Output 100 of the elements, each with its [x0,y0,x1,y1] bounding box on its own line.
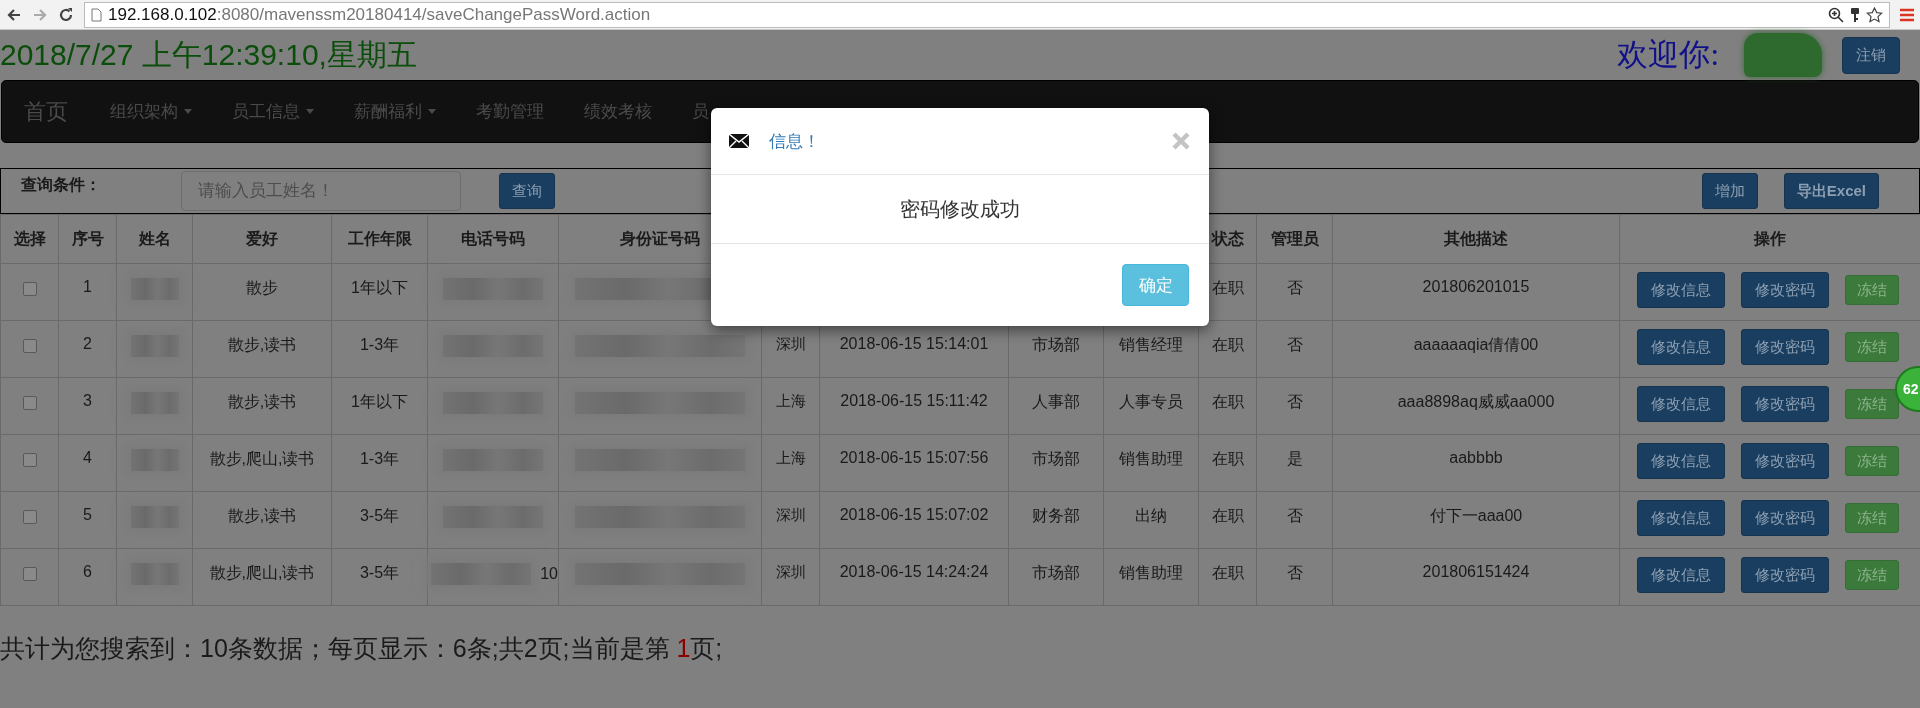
table-cell-text: 201806151424 [1422,563,1530,580]
row-action-button[interactable]: 修改密码 [1741,272,1829,308]
table-cell-text: 1-3年 [359,450,400,467]
row-action-button[interactable]: 修改密码 [1741,500,1829,536]
table-cell-text: 在职 [1211,507,1244,524]
add-button[interactable]: 增加 [1701,173,1758,209]
row-checkbox[interactable] [22,453,37,467]
row-action-button[interactable]: 冻结 [1845,446,1899,476]
date-time-text: 2018/7/27 上午12:39:10,星期五 [0,36,417,73]
table-cell-text: 散步,读书 [227,393,297,410]
column-header: 身份证号码 [620,229,700,247]
row-action-button[interactable]: 修改信息 [1637,329,1725,365]
table-cell-text: 3-5年 [359,564,400,581]
table-cell-text: 3-5年 [359,507,400,524]
caret-icon [306,109,314,114]
row-checkbox[interactable] [22,339,37,353]
table-cell-text: 付下一aaa00 [1429,507,1523,524]
row-action-button[interactable]: 冻结 [1845,332,1899,362]
table-cell-text: 2018-06-15 14:24:24 [839,563,989,580]
table-cell-text: 出纳 [1135,507,1167,524]
star-icon[interactable] [1866,6,1883,23]
table-cell-text: 散步,读书 [227,507,297,524]
table-cell-text: 市场部 [1032,564,1080,581]
column-header: 管理员 [1270,229,1319,247]
reload-icon[interactable] [58,6,74,23]
table-cell-text: aabbbb [1449,449,1503,466]
table-cell-text: 4 [83,449,92,466]
table-cell-text: 2018-06-15 15:07:02 [839,506,989,523]
table-cell-text: 是 [1286,450,1303,467]
table-cell-text: 在职 [1211,279,1244,296]
column-header: 序号 [71,229,104,247]
table-cell-text: 市场部 [1032,450,1080,467]
row-action-button[interactable]: 修改信息 [1637,386,1725,422]
table-cell-text: 1年以下 [351,279,408,296]
search-button[interactable]: 查询 [499,173,555,209]
table-cell-text: 财务部 [1032,507,1080,524]
close-icon[interactable] [1171,131,1191,151]
row-action-button[interactable]: 冻结 [1845,275,1899,305]
table-cell-text: 散步,爬山,读书 [209,564,315,581]
row-action-button[interactable]: 冻结 [1845,389,1899,419]
welcome-text: 欢迎你: [1617,36,1719,74]
page-icon [91,7,102,22]
row-action-button[interactable]: 修改信息 [1637,557,1725,593]
row-action-button[interactable]: 修改信息 [1637,500,1725,536]
table-cell-text: 散步 [246,279,278,296]
nav-menu-item[interactable]: 绩效考核 [584,100,652,123]
caret-icon [184,109,192,114]
row-action-button[interactable]: 修改信息 [1637,272,1725,308]
column-header: 其他描述 [1444,229,1508,247]
caret-icon [428,109,436,114]
export-button[interactable]: 导出Excel [1783,173,1879,209]
summary-text: 共计为您搜索到：10条数据；每页显示：6条;共2页;当前是第 1页; [0,633,723,664]
row-checkbox[interactable] [22,510,37,524]
table-cell-text: 5 [83,506,92,523]
row-action-button[interactable]: 修改密码 [1741,443,1829,479]
table-cell-text: 201806201015 [1422,278,1530,295]
back-icon[interactable] [6,6,22,23]
table-cell-text: 销售经理 [1119,336,1183,353]
table-cell-text: 在职 [1211,450,1244,467]
nav-menu-item[interactable]: 组织架构 [110,100,192,123]
row-checkbox[interactable] [22,567,37,581]
menu-icon[interactable] [1900,7,1914,22]
table-cell-text: 销售助理 [1119,564,1183,581]
row-checkbox[interactable] [22,282,37,296]
key-icon[interactable] [1850,6,1860,23]
row-action-button[interactable]: 修改信息 [1637,443,1725,479]
table-cell-text: 否 [1286,393,1303,410]
logout-button[interactable]: 注销 [1842,36,1900,74]
table-cell-text: 2 [83,335,92,352]
row-action-button[interactable]: 修改密码 [1741,557,1829,593]
nav-menu-item[interactable]: 员工信息 [232,100,314,123]
table-cell-text: 1年以下 [351,393,408,410]
row-action-button[interactable]: 修改密码 [1741,386,1829,422]
column-header: 工作年限 [347,229,412,247]
url-text: 192.168.0.102:8080/mavenssm20180414/saveChangePassWord.action [108,4,651,25]
nav-menu-item[interactable]: 薪酬福利 [354,100,436,123]
table-cell-text: aaaaaaqia倩倩00 [1413,336,1539,353]
row-action-button[interactable]: 冻结 [1845,503,1899,533]
table-cell-text: 销售助理 [1119,450,1183,467]
table-cell-text: 深圳 [775,335,806,352]
row-action-button[interactable]: 修改密码 [1741,329,1829,365]
table-cell-text: 散步,读书 [227,336,297,353]
row-checkbox[interactable] [22,396,37,410]
row-action-button[interactable]: 冻结 [1845,560,1899,590]
home-link[interactable]: 首页 [2,96,90,127]
table-cell-text: 2018-06-15 15:07:56 [839,449,989,466]
address-bar[interactable]: 192.168.0.102:8080/mavenssm20180414/saveChangePassWord.action [84,1,1890,28]
table-cell-text: 1 [83,278,92,295]
table-cell-text: 6 [83,563,92,580]
table-cell-text: aaa8898aq威威aa000 [1397,393,1555,410]
column-header: 姓名 [138,229,171,247]
table-cell-text: 否 [1286,279,1303,296]
table-cell-text: 否 [1286,507,1303,524]
query-label: 查询条件： [21,175,102,195]
column-header: 状态 [1211,229,1244,247]
zoom-icon[interactable] [1828,6,1844,23]
table-cell-text: 上海 [775,449,806,466]
table-cell-text: 2018-06-15 15:11:42 [840,392,988,409]
forward-icon[interactable] [32,6,48,23]
floating-badge[interactable]: 62 [1895,366,1920,412]
